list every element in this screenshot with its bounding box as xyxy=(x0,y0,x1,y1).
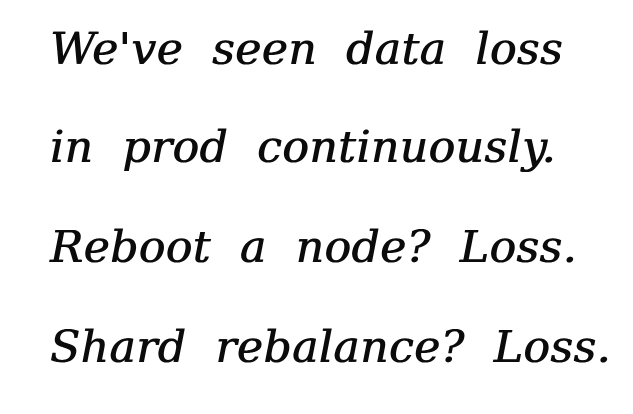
note-line-1: We've seen data loss xyxy=(50,24,564,75)
note-line-3: Reboot a node? Loss. xyxy=(50,222,578,273)
note-line-4: Shard rebalance? Loss. xyxy=(50,322,612,373)
note-line-2: in prod continuously. xyxy=(50,122,557,173)
handwritten-note: We've seen data loss in prod continuousl… xyxy=(0,0,633,414)
